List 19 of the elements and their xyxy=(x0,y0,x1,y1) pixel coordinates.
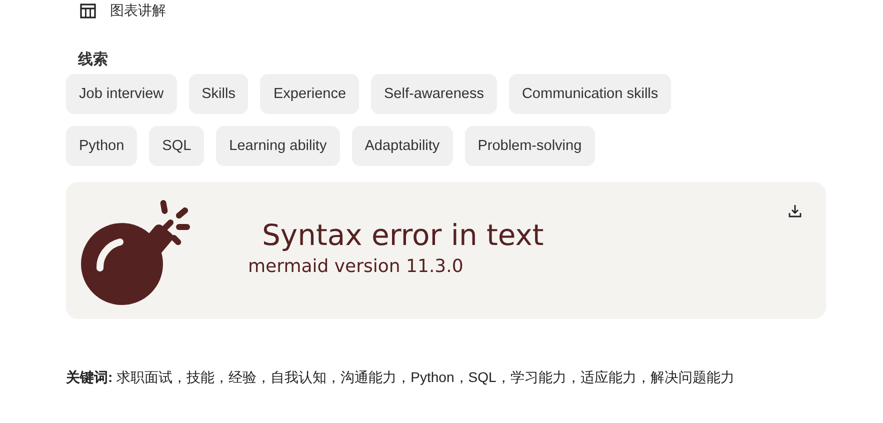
tag[interactable]: Learning ability xyxy=(216,126,340,166)
section-heading: 线索 xyxy=(78,50,109,70)
tag[interactable]: Adaptability xyxy=(352,126,453,166)
error-title: Syntax error in text xyxy=(262,218,544,252)
download-button[interactable] xyxy=(786,202,804,220)
tag[interactable]: Communication skills xyxy=(508,74,672,114)
tag[interactable]: Problem-solving xyxy=(464,126,595,166)
tag[interactable]: SQL xyxy=(149,126,204,166)
bomb-icon xyxy=(80,198,190,306)
tag[interactable]: Job interview xyxy=(66,74,177,114)
table-icon xyxy=(80,3,96,19)
section-link[interactable]: 图表讲解 xyxy=(110,2,166,20)
tag[interactable]: Self-awareness xyxy=(371,74,497,114)
version-text: mermaid version 11.3.0 xyxy=(248,256,464,277)
keywords-text: 求职面试，技能，经验，自我认知，沟通能力，Python，SQL，学习能力，适应能力，解决问题能力 xyxy=(116,369,734,385)
tag[interactable]: Python xyxy=(66,126,138,166)
tag[interactable]: Skills xyxy=(188,74,248,114)
keywords-label: 关键词: xyxy=(66,369,113,385)
tag[interactable]: Experience xyxy=(260,74,360,114)
